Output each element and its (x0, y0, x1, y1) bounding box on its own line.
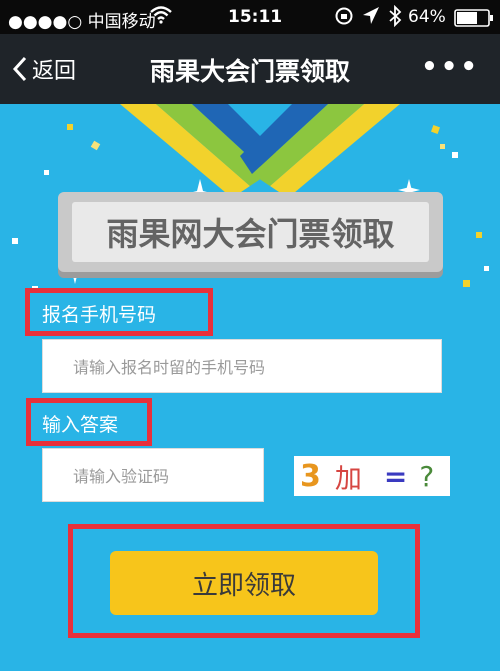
event-banner: 雨果网大会门票领取 (58, 192, 443, 272)
location-arrow-icon (362, 6, 380, 31)
confetti-piece (463, 280, 470, 287)
captcha-equals: = (383, 459, 408, 493)
battery-text: 64% (408, 7, 446, 27)
confetti-piece (67, 124, 73, 130)
confetti-piece (452, 152, 458, 158)
phone-input[interactable]: 请输入报名时留的手机号码 (42, 339, 442, 393)
confetti-piece (44, 170, 49, 175)
bluetooth-icon (388, 4, 402, 32)
confetti-piece (431, 125, 440, 134)
confetti-piece (12, 238, 18, 244)
verification-code-input[interactable]: 请输入验证码 (42, 448, 264, 502)
captcha-operator: 加 (334, 463, 362, 495)
answer-label: 输入答案 (42, 414, 119, 436)
phone-label: 报名手机号码 (42, 304, 157, 326)
status-bar: ●●●●○ 中国移动 15:11 64% (0, 0, 500, 34)
navigation-bar: 返回 雨果大会门票领取 ••• (0, 34, 500, 104)
main-content: 雨果网大会门票领取 报名手机号码 请输入报名时留的手机号码 输入答案 请输入验证… (0, 104, 500, 671)
confetti-piece (440, 144, 445, 149)
claim-ticket-button[interactable]: 立即领取 (110, 551, 378, 615)
banner-title: 雨果网大会门票领取 (72, 202, 429, 262)
ribbon-decoration (120, 104, 400, 198)
wifi-icon (150, 5, 172, 30)
clock-text: 15:11 (228, 7, 283, 27)
more-menu-button[interactable]: ••• (421, 52, 480, 82)
confetti-piece (476, 232, 482, 238)
battery-icon (454, 9, 494, 32)
captcha-image[interactable]: 3 加 = ? (294, 456, 450, 496)
carrier-text: ●●●●○ 中国移动 (8, 12, 156, 32)
confetti-piece (90, 140, 101, 151)
confetti-piece (484, 266, 489, 271)
lock-rotation-icon (334, 6, 354, 31)
captcha-number: 3 (300, 458, 321, 494)
captcha-question: ? (419, 459, 435, 493)
